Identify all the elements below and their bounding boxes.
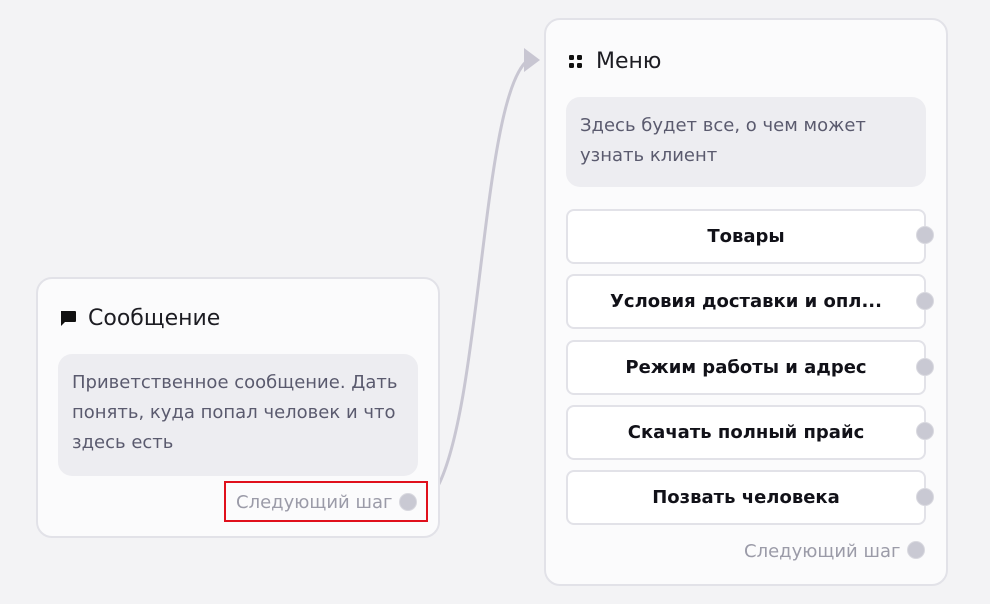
flow-canvas[interactable]: Сообщение Приветственное сообщение. Дать… bbox=[0, 0, 990, 604]
menu-option-price-list[interactable]: Скачать полный прайс bbox=[566, 405, 926, 460]
next-step-highlight bbox=[224, 481, 428, 522]
menu-option-delivery[interactable]: Условия доставки и опл... bbox=[566, 274, 926, 329]
menu-option-call-human-handle[interactable] bbox=[916, 488, 934, 506]
grid-icon bbox=[566, 52, 586, 72]
menu-next-step-label: Следующий шаг bbox=[744, 541, 901, 562]
chat-bubble-icon bbox=[58, 309, 78, 329]
menu-option-price-list-handle[interactable] bbox=[916, 422, 934, 440]
menu-option-hours-address-handle[interactable] bbox=[916, 358, 934, 376]
menu-next-step-handle[interactable] bbox=[907, 541, 925, 559]
menu-option-call-human[interactable]: Позвать человека bbox=[566, 470, 926, 525]
menu-option-products-handle[interactable] bbox=[916, 226, 934, 244]
menu-node-description[interactable]: Здесь будет все, о чем может узнать клие… bbox=[566, 97, 926, 187]
menu-node-header: Меню bbox=[566, 49, 661, 74]
message-node-title: Сообщение bbox=[88, 306, 221, 331]
menu-node[interactable]: Меню Здесь будет все, о чем может узнать… bbox=[544, 18, 948, 586]
menu-option-delivery-handle[interactable] bbox=[916, 292, 934, 310]
message-node-header: Сообщение bbox=[58, 306, 220, 331]
menu-node-title: Меню bbox=[596, 49, 662, 74]
menu-option-products[interactable]: Товары bbox=[566, 209, 926, 264]
menu-option-hours-address[interactable]: Режим работы и адрес bbox=[566, 340, 926, 395]
message-node-description[interactable]: Приветственное сообщение. Дать понять, к… bbox=[58, 354, 418, 476]
